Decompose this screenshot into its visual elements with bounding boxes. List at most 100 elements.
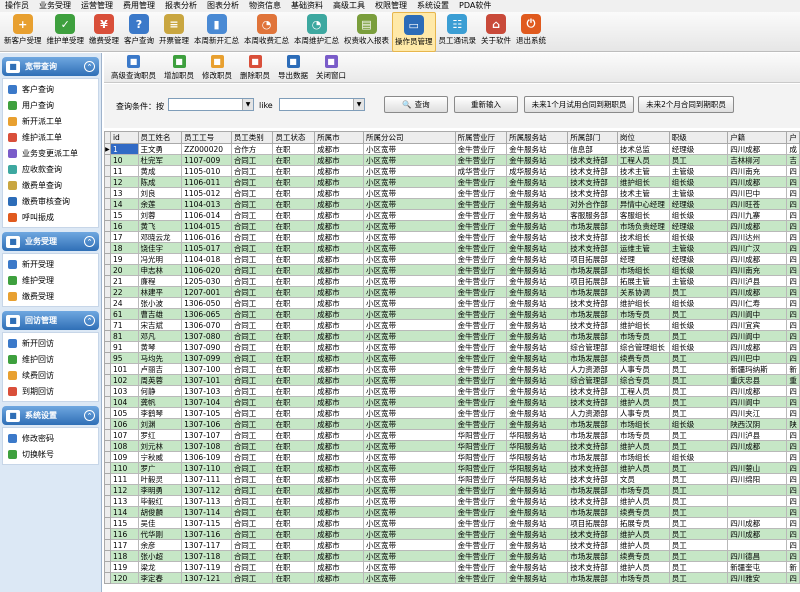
collapse-icon[interactable]: ⌃: [84, 61, 95, 72]
sidebar-item-0-6[interactable]: 缴费单查询: [3, 177, 98, 193]
table-cell[interactable]: 市场发展部: [567, 286, 618, 298]
table-cell[interactable]: 在职: [272, 363, 316, 375]
column-header[interactable]: 所属分公司: [363, 131, 456, 144]
table-cell[interactable]: 合同工: [230, 341, 274, 353]
table-cell[interactable]: 组长级: [668, 418, 729, 430]
table-cell[interactable]: 成都市: [314, 341, 365, 353]
table-cell[interactable]: 小区宽带: [363, 308, 456, 320]
table-cell[interactable]: 金牛服务站: [506, 407, 569, 419]
table-cell[interactable]: 金牛服务站: [506, 330, 569, 342]
table-cell[interactable]: 合同工: [230, 506, 274, 518]
table-cell[interactable]: 12: [109, 176, 139, 188]
table-cell[interactable]: 金牛营业厅: [454, 495, 508, 507]
table-cell[interactable]: 组长级: [668, 341, 729, 353]
table-cell[interactable]: 金牛服务站: [506, 374, 569, 386]
table-cell[interactable]: 四: [786, 231, 800, 243]
table-cell[interactable]: 技术支持部: [567, 176, 618, 188]
sidebar-item-1-2[interactable]: 缴费受理: [3, 288, 98, 304]
table-cell[interactable]: 在职: [272, 264, 316, 276]
toolbar-button-8[interactable]: ▤ 权责收入报表: [342, 12, 391, 52]
table-cell[interactable]: 员工: [668, 286, 729, 298]
table-cell[interactable]: 在职: [272, 484, 316, 496]
sidebar-section-2[interactable]: ■ 回访管理 ⌃: [2, 311, 99, 330]
table-cell[interactable]: 1307-103: [181, 385, 232, 397]
table-cell[interactable]: 1307-112: [181, 484, 232, 496]
table-cell[interactable]: 小区宽带: [363, 286, 456, 298]
table-cell[interactable]: 技术支持部: [567, 297, 618, 309]
table-cell[interactable]: 16: [109, 220, 139, 232]
table-cell[interactable]: 四川德昌: [727, 550, 788, 562]
table-cell[interactable]: 合同工: [230, 462, 274, 474]
table-cell[interactable]: 金牛服务站: [506, 176, 569, 188]
table-cell[interactable]: 四: [786, 165, 800, 177]
table-row[interactable]: 105 李鹤琴 1307-105 合同工 在职 成都市 小区宽带 金牛营业厅 金牛服务站 人力资源…: [104, 407, 800, 419]
table-cell[interactable]: 四川成都: [727, 143, 788, 155]
table-cell[interactable]: 金牛服务站: [506, 550, 569, 562]
table-cell[interactable]: 成华服务站: [506, 165, 569, 177]
table-cell[interactable]: 员工: [668, 363, 729, 375]
table-cell[interactable]: 华阳营业厅: [454, 440, 508, 452]
table-cell[interactable]: 112: [109, 484, 139, 496]
table-cell[interactable]: 对外合作部: [567, 198, 618, 210]
table-cell[interactable]: 在职: [272, 473, 316, 485]
column-header[interactable]: id: [109, 131, 139, 144]
table-cell[interactable]: 117: [109, 539, 139, 551]
table-cell[interactable]: 成都市: [314, 154, 365, 166]
search-button[interactable]: 🔍 查询: [384, 96, 448, 113]
table-cell[interactable]: 在职: [272, 528, 316, 540]
table-cell[interactable]: 小区宽带: [363, 264, 456, 276]
table-cell[interactable]: 员工: [668, 374, 729, 386]
table-cell[interactable]: 维护人员: [616, 495, 670, 507]
table-cell[interactable]: 成都市: [314, 352, 365, 364]
query-field-select[interactable]: ▼: [168, 98, 254, 111]
column-header[interactable]: 岗位: [616, 131, 670, 144]
table-cell[interactable]: 成都市: [314, 561, 365, 573]
table-cell[interactable]: 合同工: [230, 330, 274, 342]
table-row[interactable]: 15 刘蓉 1106-014 合同工 在职 成都市 小区宽带 金牛营业厅 金牛服务站 客服服务部客…: [104, 209, 800, 221]
table-cell[interactable]: 四: [786, 506, 800, 518]
table-cell[interactable]: 四: [786, 352, 800, 364]
table-cell[interactable]: 金牛营业厅: [454, 506, 508, 518]
table-cell[interactable]: 金牛服务站: [506, 363, 569, 375]
table-cell[interactable]: 王文勇: [137, 143, 183, 155]
column-header[interactable]: 员工状态: [272, 131, 316, 144]
table-cell[interactable]: 项目拓展部: [567, 253, 618, 265]
table-cell[interactable]: 小区宽带: [363, 187, 456, 199]
table-cell[interactable]: 小区宽带: [363, 165, 456, 177]
table-row[interactable]: 108 刘元林 1307-108 合同工 在职 成都市 小区宽带 华阳营业厅 华阳服务站 技术支持…: [104, 440, 800, 452]
table-cell[interactable]: 金牛服务站: [506, 418, 569, 430]
table-cell[interactable]: 在职: [272, 352, 316, 364]
table-cell[interactable]: 在职: [272, 517, 316, 529]
sidebar-item-0-3[interactable]: 维护派工单: [3, 129, 98, 145]
table-cell[interactable]: 员工: [668, 561, 729, 573]
table-cell[interactable]: 22: [109, 286, 139, 298]
table-cell[interactable]: 金牛营业厅: [454, 220, 508, 232]
table-cell[interactable]: 10: [109, 154, 139, 166]
table-cell[interactable]: 115: [109, 517, 139, 529]
table-cell[interactable]: 吉: [786, 154, 800, 166]
menu-11[interactable]: PDA软件: [454, 0, 496, 12]
table-cell[interactable]: 金牛营业厅: [454, 396, 508, 408]
toolbar-button-12[interactable]: ⏻ 退出系统: [514, 12, 548, 52]
table-cell[interactable]: 金牛营业厅: [454, 572, 508, 584]
table-row[interactable]: 13 刘良 1105-012 合同工 在职 成都市 小区宽带 金牛营业厅 金牛服务站 技术支持部技…: [104, 187, 800, 199]
table-row[interactable]: 71 宋吉斌 1306-070 合同工 在职 成都市 小区宽带 金牛营业厅 金牛服务站 技术支持部…: [104, 319, 800, 331]
table-cell[interactable]: 维护人员: [616, 528, 670, 540]
table-cell[interactable]: 91: [109, 341, 139, 353]
table-cell[interactable]: 宋吉斌: [137, 319, 183, 331]
table-cell[interactable]: 1104-013: [181, 198, 232, 210]
table-cell[interactable]: 四川成都: [727, 220, 788, 232]
table-cell[interactable]: 合同工: [230, 440, 274, 452]
table-cell[interactable]: 主管级: [668, 275, 729, 287]
table-cell[interactable]: 116: [109, 528, 139, 540]
table-cell[interactable]: 1307-100: [181, 363, 232, 375]
table-cell[interactable]: 在职: [272, 506, 316, 518]
table-cell[interactable]: 维护人员: [616, 396, 670, 408]
table-cell[interactable]: 在职: [272, 154, 316, 166]
table-cell[interactable]: 合同工: [230, 396, 274, 408]
table-cell[interactable]: 四川成都: [727, 385, 788, 397]
table-cell[interactable]: 市场发展部: [567, 418, 618, 430]
column-header[interactable]: 员工姓名: [137, 131, 183, 144]
table-cell[interactable]: 四: [786, 253, 800, 265]
table-cell[interactable]: 成都市: [314, 165, 365, 177]
